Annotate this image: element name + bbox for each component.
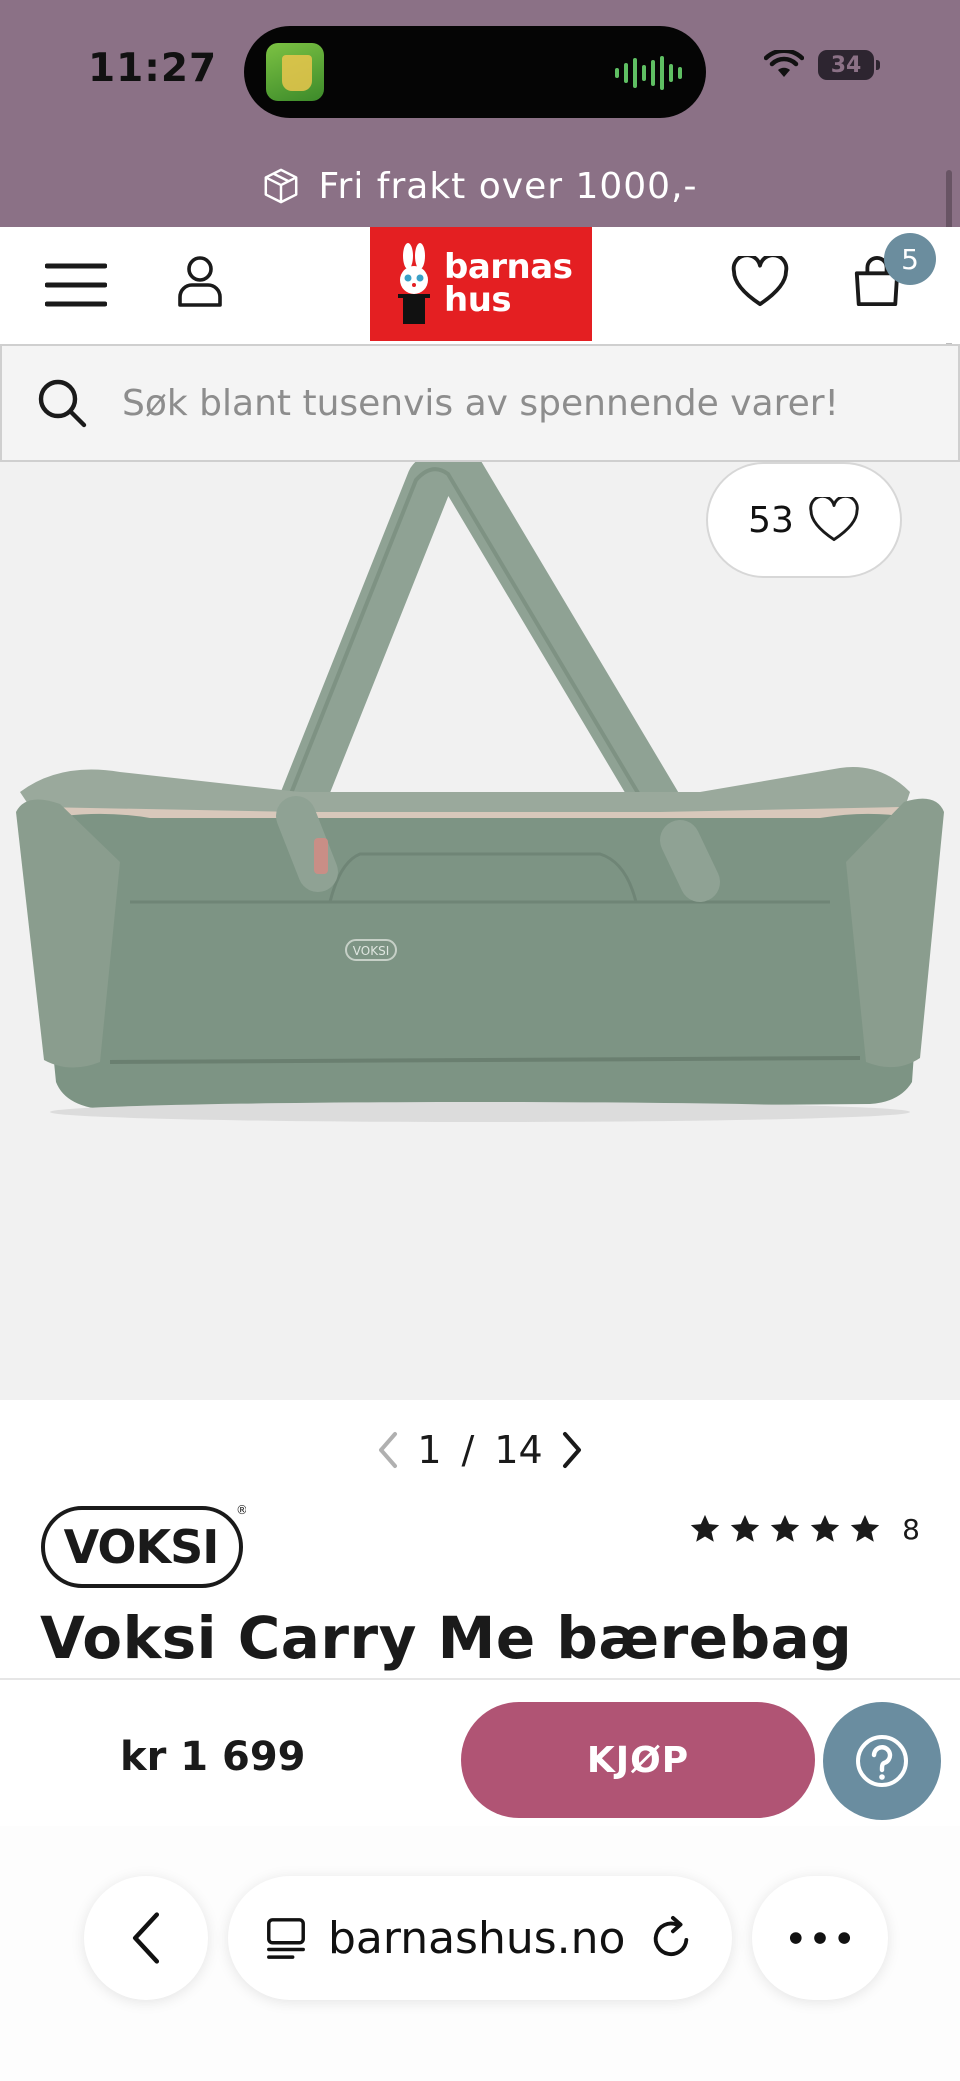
now-playing-app-icon	[266, 43, 324, 101]
buy-button[interactable]: KJØP	[461, 1702, 815, 1818]
image-pager: 1 / 14	[0, 1420, 960, 1480]
browser-toolbar: barnashus.no	[0, 1826, 960, 2081]
brand-name: VOKSI	[64, 1520, 219, 1574]
star-icon	[691, 1514, 720, 1542]
hamburger-menu-icon	[45, 263, 107, 307]
top-band: 11:27 34 Fri frakt over 1000,-	[0, 0, 960, 227]
chevron-left-icon	[132, 1912, 160, 1964]
audio-waveform-icon	[615, 56, 682, 90]
user-icon	[178, 256, 222, 307]
logo-text: barnas hus	[444, 250, 573, 320]
star-icon	[851, 1514, 880, 1542]
url-text: barnashus.no	[328, 1912, 626, 1964]
rating-count: 8	[902, 1512, 920, 1546]
battery-icon: 34	[818, 50, 880, 80]
wishlist-button[interactable]	[728, 251, 792, 313]
status-time: 11:27	[88, 46, 218, 91]
logo-line-2: hus	[444, 280, 512, 320]
voksi-brand-logo[interactable]: VOKSI ®	[40, 1500, 246, 1588]
menu-button[interactable]	[40, 259, 112, 311]
search-bar[interactable]	[0, 344, 960, 462]
star-icon	[771, 1514, 800, 1542]
wifi-icon	[764, 50, 804, 77]
account-button[interactable]	[172, 251, 228, 313]
pager-separator: /	[461, 1428, 475, 1472]
ellipsis-icon	[789, 1932, 851, 1944]
bag-brand-print: VOKSI	[353, 944, 389, 958]
package-icon	[265, 168, 298, 204]
barnas-hus-logo[interactable]: barnas hus	[370, 227, 592, 341]
product-image-gallery[interactable]: VOKSI 53	[0, 462, 960, 1400]
previous-image-icon[interactable]	[373, 1430, 403, 1470]
heart-icon	[731, 256, 789, 307]
star-icon	[811, 1514, 840, 1542]
product-price: kr 1 699	[120, 1734, 306, 1780]
next-image-icon[interactable]	[557, 1430, 587, 1470]
dynamic-island	[244, 26, 706, 118]
like-count: 53	[748, 499, 794, 541]
more-options-button[interactable]	[752, 1876, 888, 2000]
star-icon	[731, 1514, 760, 1542]
search-input[interactable]	[122, 382, 922, 424]
cart-count-badge: 5	[884, 233, 936, 285]
brand-registered-mark: ®	[236, 1503, 246, 1517]
status-icons: 34	[764, 50, 880, 80]
rabbit-in-hat-icon	[398, 243, 430, 324]
product-title: Voksi Carry Me bærebag	[40, 1604, 853, 1672]
back-button[interactable]	[84, 1876, 208, 2000]
image-total: 14	[494, 1428, 543, 1472]
search-icon	[38, 379, 87, 428]
like-button[interactable]: 53	[706, 462, 902, 578]
heart-outline-icon	[809, 497, 859, 542]
question-mark-icon	[856, 1735, 908, 1787]
product-image-carry-bag: VOKSI	[16, 462, 944, 1122]
reload-icon[interactable]	[648, 1915, 694, 1961]
help-button[interactable]	[823, 1702, 941, 1820]
address-bar[interactable]: barnashus.no	[228, 1876, 732, 2000]
free-shipping-banner: Fri frakt over 1000,-	[0, 158, 960, 214]
image-current: 1	[417, 1428, 442, 1472]
site-header: barnas hus	[0, 227, 960, 343]
promo-text: Fri frakt over 1000,-	[318, 165, 698, 207]
reader-mode-icon[interactable]	[264, 1916, 308, 1960]
buy-bar: kr 1 699 KJØP	[0, 1678, 960, 1826]
rating-summary[interactable]: 8	[688, 1512, 920, 1546]
